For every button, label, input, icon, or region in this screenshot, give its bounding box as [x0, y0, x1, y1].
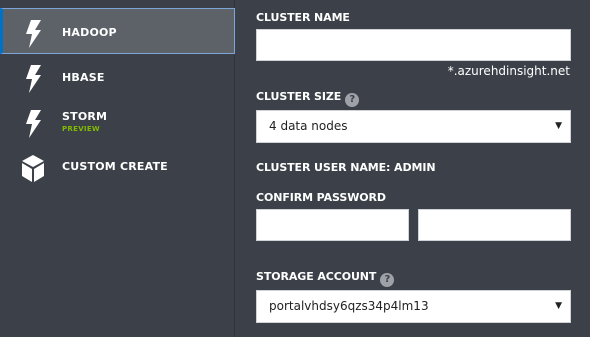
sidebar-item-hadoop[interactable]: HADOOP	[0, 8, 235, 54]
sidebar-item-storm[interactable]: STORM PREVIEW	[0, 102, 235, 146]
sidebar-item-label: CUSTOM CREATE	[62, 160, 168, 173]
sidebar-item-label: HADOOP	[62, 26, 117, 39]
storage-account-value: portalvhdsy6qzs34p4lm13	[269, 299, 429, 313]
storage-account-label: STORAGE ACCOUNT?	[256, 270, 395, 287]
cube-icon	[22, 155, 44, 182]
confirm-password-input[interactable]	[418, 209, 571, 241]
cluster-name-label: CLUSTER NAME	[256, 11, 350, 24]
cluster-size-value: 4 data nodes	[269, 119, 348, 133]
lightning-icon	[26, 110, 41, 138]
lightning-icon	[26, 65, 41, 93]
sidebar-item-custom-create[interactable]: CUSTOM CREATE	[0, 150, 235, 188]
cluster-size-label: CLUSTER SIZE?	[256, 90, 360, 107]
help-icon[interactable]: ?	[345, 93, 360, 107]
sidebar-item-label: STORM	[62, 110, 108, 123]
cluster-user-name-label: CLUSTER USER NAME: ADMIN	[256, 161, 436, 174]
preview-badge: PREVIEW	[62, 125, 100, 133]
sidebar-item-label: HBASE	[62, 71, 105, 84]
help-icon[interactable]: ?	[380, 273, 395, 287]
cluster-size-label-text: CLUSTER SIZE	[256, 90, 342, 103]
cluster-name-input[interactable]	[256, 29, 571, 61]
storage-account-select[interactable]: portalvhdsy6qzs34p4lm13 ▼	[256, 290, 571, 323]
lightning-icon	[26, 20, 41, 48]
password-input[interactable]	[256, 209, 409, 241]
sidebar-item-hbase[interactable]: HBASE	[0, 58, 235, 98]
dropdown-arrow-icon: ▼	[555, 121, 562, 131]
sidebar: HADOOP HBASE STORM PREVIEW CUSTOM CREATE	[0, 0, 235, 337]
cluster-size-select[interactable]: 4 data nodes ▼	[256, 110, 571, 143]
storage-account-label-text: STORAGE ACCOUNT	[256, 270, 377, 283]
dropdown-arrow-icon: ▼	[555, 301, 562, 311]
confirm-password-label: CONFIRM PASSWORD	[256, 191, 386, 204]
cluster-name-suffix: *.azurehdinsight.net	[447, 64, 570, 78]
cluster-form: CLUSTER NAME *.azurehdinsight.net CLUSTE…	[236, 0, 590, 337]
